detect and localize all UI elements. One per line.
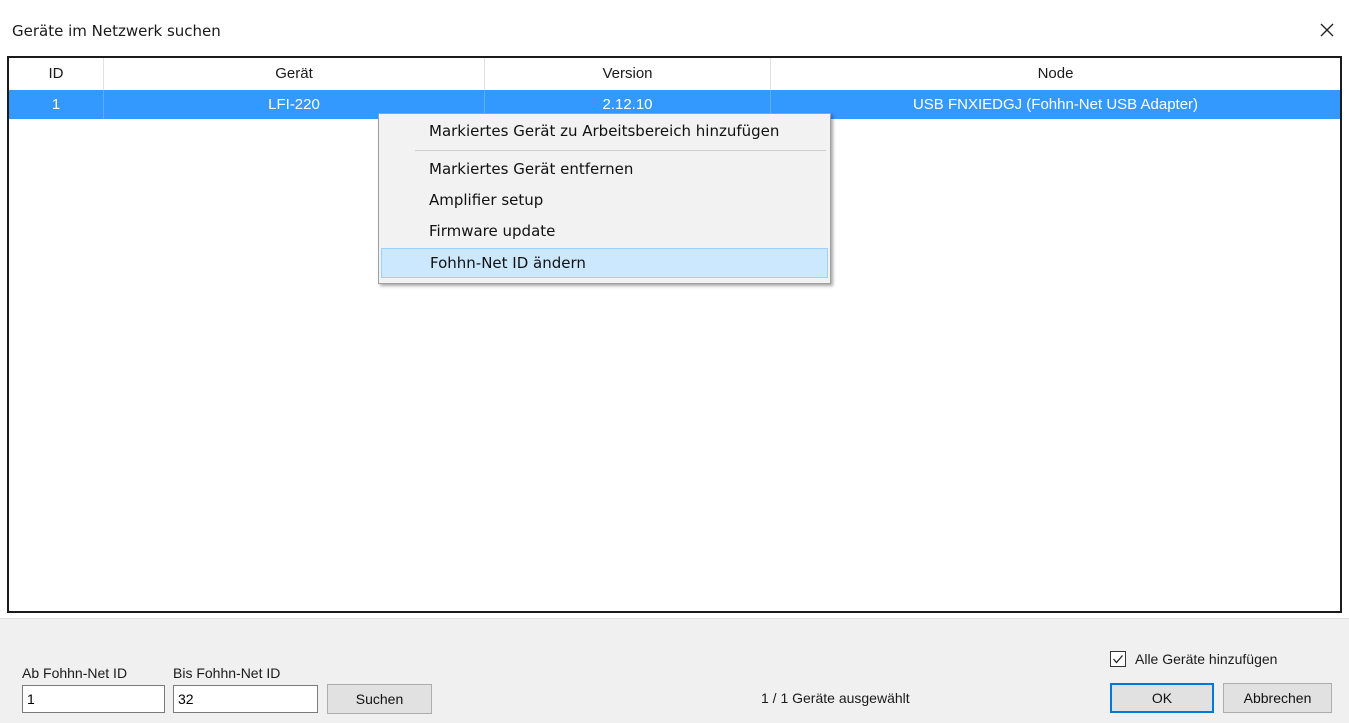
column-header-version[interactable]: Version <box>485 58 771 90</box>
cell-node: USB FNXIEDGJ (Fohhn-Net USB Adapter) <box>912 96 1199 113</box>
menu-item-add-to-workspace[interactable]: Markiertes Gerät zu Arbeitsbereich hinzu… <box>381 116 828 146</box>
menu-item-amplifier-setup[interactable]: Amplifier setup <box>381 185 828 215</box>
menu-item-change-id[interactable]: Fohhn-Net ID ändern <box>381 248 828 278</box>
to-id-label: Bis Fohhn-Net ID <box>173 665 281 681</box>
menu-separator <box>415 150 826 151</box>
column-header-id[interactable]: ID <box>9 58 104 90</box>
column-header-node[interactable]: Node <box>771 58 1340 90</box>
title-bar: Geräte im Netzwerk suchen <box>0 0 1349 56</box>
from-id-input[interactable] <box>22 685 165 713</box>
add-all-checkbox[interactable] <box>1110 651 1126 667</box>
ok-button[interactable]: OK <box>1110 683 1214 713</box>
cell-id: 1 <box>9 90 104 119</box>
cancel-button[interactable]: Abbrechen <box>1223 683 1332 713</box>
context-menu: Markiertes Gerät zu Arbeitsbereich hinzu… <box>378 113 831 284</box>
selection-status: 1 / 1 Geräte ausgewählt <box>761 690 910 706</box>
menu-item-remove-device[interactable]: Markiertes Gerät entfernen <box>381 154 828 184</box>
checkmark-icon <box>1113 655 1123 664</box>
add-all-label[interactable]: Alle Geräte hinzufügen <box>1135 651 1277 667</box>
to-id-input[interactable] <box>173 685 318 713</box>
from-id-label: Ab Fohhn-Net ID <box>22 665 128 681</box>
column-header-device[interactable]: Gerät <box>104 58 485 90</box>
list-header: ID Gerät Version Node <box>9 58 1340 91</box>
close-button[interactable] <box>1309 12 1345 48</box>
close-icon <box>1320 23 1334 37</box>
menu-item-firmware-update[interactable]: Firmware update <box>381 216 828 246</box>
search-button[interactable]: Suchen <box>327 684 432 714</box>
window-title: Geräte im Netzwerk suchen <box>12 22 221 40</box>
